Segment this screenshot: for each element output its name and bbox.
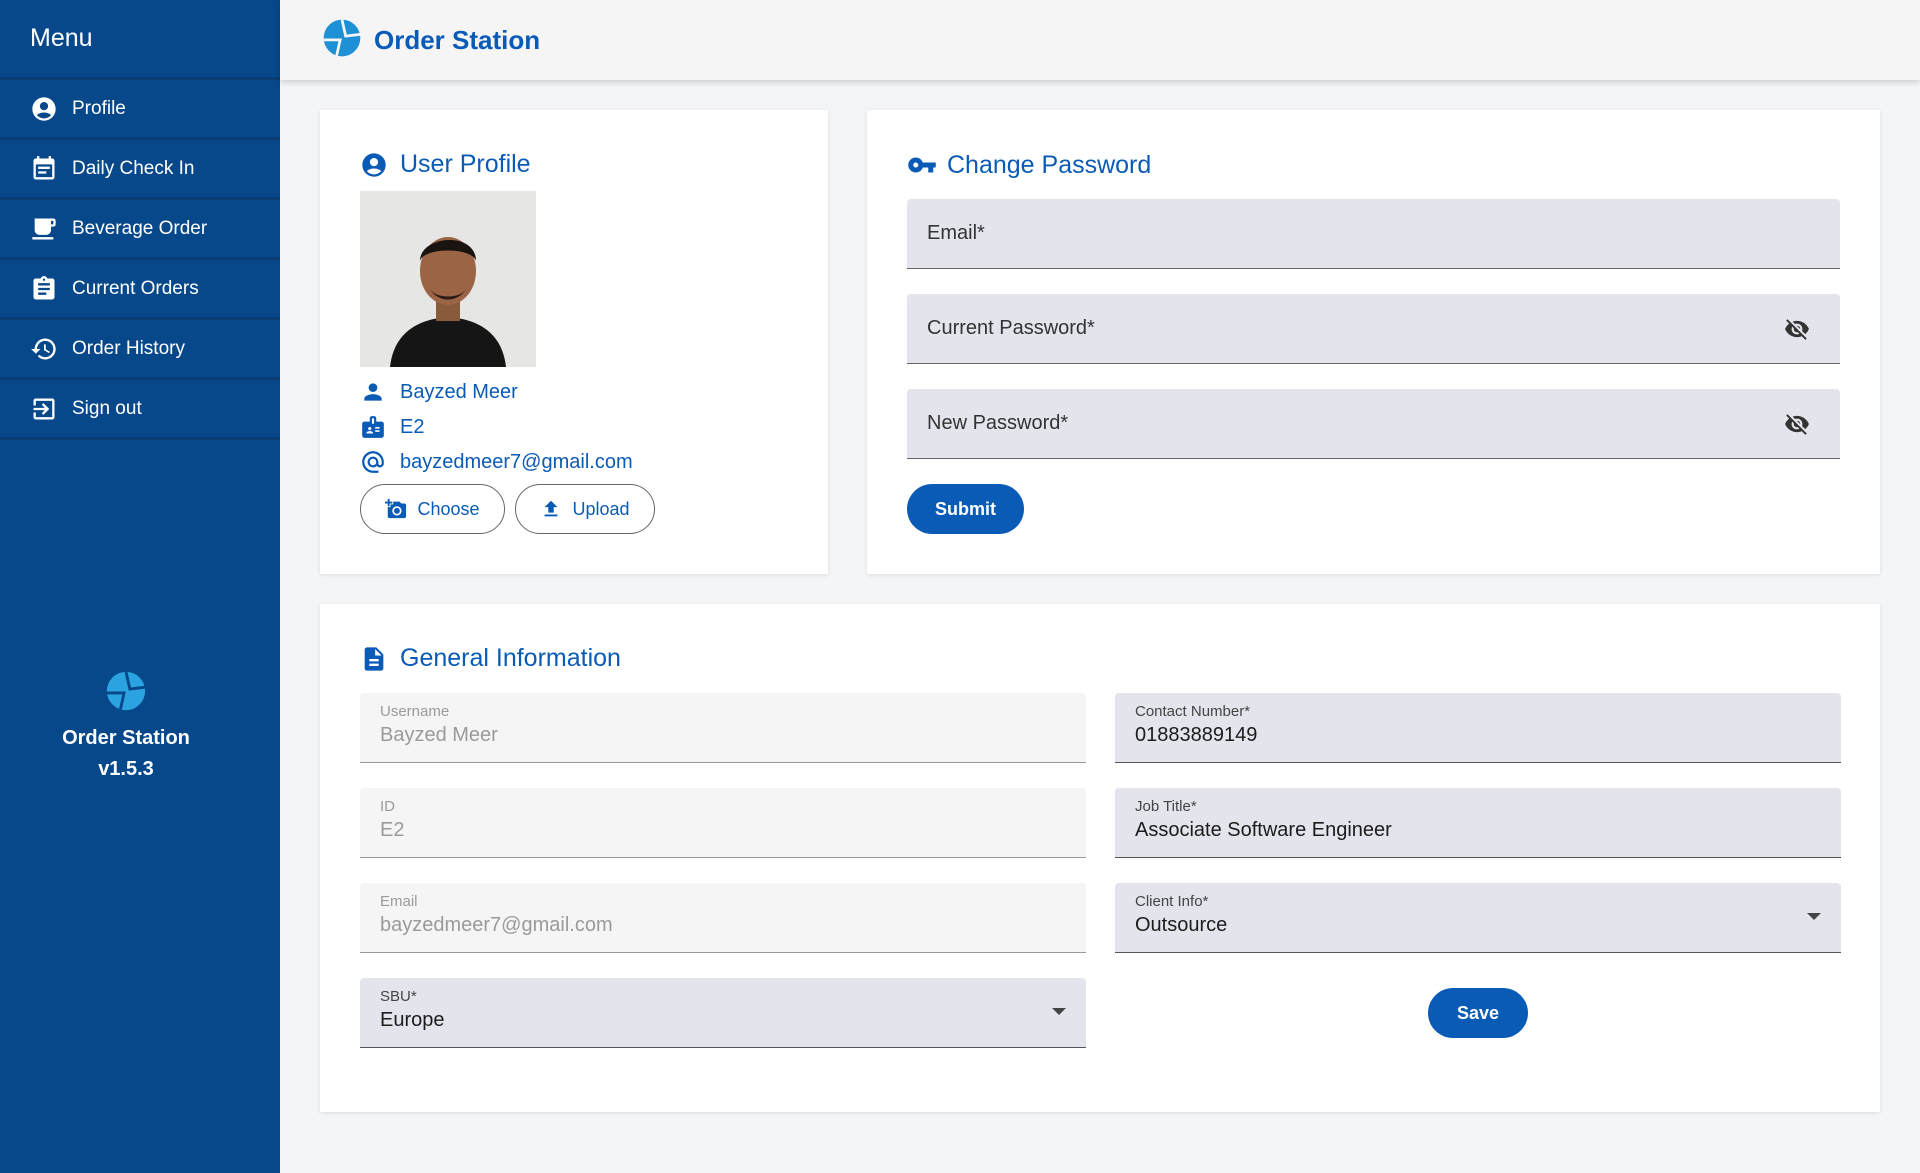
job-title-field[interactable]: Job Title* Associate Software Engineer (1115, 788, 1841, 858)
profile-name-row: Bayzed Meer (360, 379, 518, 405)
new-password-field[interactable]: New Password* (907, 389, 1840, 459)
contact-number-value: 01883889149 (1135, 724, 1258, 746)
upload-label: Upload (572, 498, 630, 519)
visibility-off-icon[interactable] (1782, 316, 1812, 342)
profile-name: Bayzed Meer (400, 380, 518, 403)
app-title: Order Station (374, 24, 541, 55)
document-icon (364, 646, 384, 671)
order-station-logo-icon (0, 668, 252, 719)
add-photo-icon (385, 498, 407, 519)
profile-email: bayzedmeer7@gmail.com (400, 450, 633, 473)
user-profile-title: User Profile (400, 150, 531, 178)
username-value: Bayzed Meer (380, 724, 498, 746)
general-email-label: Email (380, 893, 418, 910)
key-icon (908, 157, 936, 173)
sidebar-item-label: Current Orders (72, 277, 199, 299)
current-password-field[interactable]: Current Password* (907, 294, 1840, 364)
change-password-title-row: Change Password (907, 150, 1151, 180)
id-field: ID E2 (360, 788, 1086, 858)
user-profile-card: User Profile Bayzed Meer E2 bayzedmeer7@… (320, 110, 828, 574)
client-info-value: Outsource (1135, 914, 1228, 936)
general-information-title-row: General Information (360, 644, 621, 673)
job-title-value: Associate Software Engineer (1135, 819, 1392, 841)
sidebar-item-order-history[interactable]: Order History (0, 320, 280, 380)
badge-icon (362, 416, 384, 438)
user-profile-title-row: User Profile (360, 150, 531, 179)
general-email-value: bayzedmeer7@gmail.com (380, 914, 613, 936)
sidebar-item-label: Order History (72, 337, 185, 359)
sidebar-item-sign-out[interactable]: Sign out (0, 380, 280, 440)
sidebar-item-daily-check-in[interactable]: Daily Check In (0, 140, 280, 200)
email-field-label: Email* (927, 222, 985, 244)
change-password-title: Change Password (947, 150, 1152, 179)
profile-photo (360, 191, 536, 367)
contact-number-label: Contact Number* (1135, 703, 1251, 720)
upload-photo-button[interactable]: Upload (515, 484, 655, 534)
brand-name: Order Station (62, 727, 190, 749)
general-email-field: Email bayzedmeer7@gmail.com (360, 883, 1086, 953)
sign-out-icon (30, 395, 58, 423)
client-info-select[interactable]: Client Info* Outsource (1115, 883, 1841, 953)
clipboard-icon (30, 275, 58, 303)
change-password-card: Change Password Email* Current Password*… (867, 110, 1880, 574)
sidebar-item-label: Profile (72, 97, 126, 119)
dropdown-arrow-icon (1052, 1008, 1066, 1015)
save-button[interactable]: Save (1428, 988, 1528, 1038)
top-bar: Order Station (280, 0, 1920, 80)
sidebar-brand: Order Station v1.5.3 (0, 668, 252, 781)
account-circle-icon (30, 95, 58, 123)
general-information-card: General Information Username Bayzed Meer… (320, 604, 1880, 1112)
job-title-label: Job Title* (1135, 798, 1197, 815)
menu-title: Menu (0, 0, 280, 80)
sbu-label: SBU* (380, 988, 417, 1005)
id-value: E2 (380, 819, 405, 841)
sidebar-item-beverage-order[interactable]: Beverage Order (0, 200, 280, 260)
sidebar-item-label: Beverage Order (72, 217, 208, 239)
username-label: Username (380, 703, 450, 720)
dropdown-arrow-icon (1807, 913, 1821, 920)
sbu-select[interactable]: SBU* Europe (360, 978, 1086, 1048)
general-information-title: General Information (400, 644, 621, 672)
current-password-label: Current Password* (927, 317, 1095, 339)
upload-icon (545, 500, 558, 517)
visibility-off-icon[interactable] (1782, 411, 1812, 437)
account-circle-icon (362, 152, 386, 177)
history-icon (30, 335, 58, 363)
contact-number-field[interactable]: Contact Number* 01883889149 (1115, 693, 1841, 763)
choose-photo-button[interactable]: Choose (360, 484, 505, 534)
profile-id: E2 (400, 415, 425, 438)
app-version: v1.5.3 (98, 758, 154, 780)
coffee-icon (30, 215, 58, 243)
order-station-logo-icon (320, 16, 364, 65)
email-field[interactable]: Email* (907, 199, 1840, 269)
sidebar-item-label: Daily Check In (72, 157, 195, 179)
choose-label: Choose (417, 498, 480, 519)
id-label: ID (380, 798, 395, 815)
username-field: Username Bayzed Meer (360, 693, 1086, 763)
profile-email-row: bayzedmeer7@gmail.com (360, 449, 633, 475)
profile-id-row: E2 (360, 414, 424, 440)
sbu-value: Europe (380, 1009, 445, 1031)
submit-button[interactable]: Submit (907, 484, 1024, 534)
sidebar: Menu Profile Daily Check In Beverage Ord… (0, 0, 280, 1173)
calendar-icon (30, 155, 58, 183)
person-icon (364, 383, 382, 401)
client-info-label: Client Info* (1135, 893, 1209, 910)
sidebar-item-current-orders[interactable]: Current Orders (0, 260, 280, 320)
at-sign-icon (362, 451, 384, 473)
sidebar-item-label: Sign out (72, 397, 142, 419)
sidebar-item-profile[interactable]: Profile (0, 80, 280, 140)
new-password-label: New Password* (927, 412, 1069, 434)
